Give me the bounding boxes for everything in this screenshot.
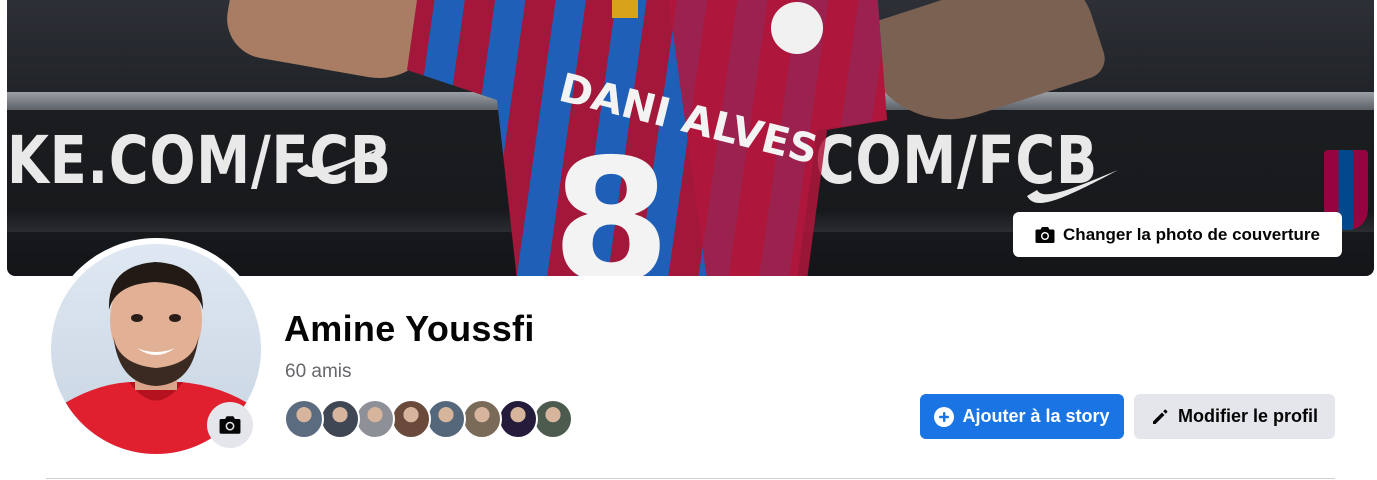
nike-swoosh-icon (297, 144, 388, 178)
friend-avatar[interactable] (284, 399, 324, 439)
add-story-label: Ajouter à la story (962, 406, 1110, 426)
profile-header-divider (46, 478, 1335, 479)
friends-count-link[interactable]: 60 amis (285, 361, 352, 383)
jersey-number: 8 (552, 123, 670, 276)
plus-circle-icon (934, 406, 955, 427)
player-jersey: DANI ALVES 8 (407, 0, 887, 276)
friend-avatar[interactable] (319, 399, 360, 439)
nike-swoosh-icon (1027, 170, 1118, 204)
friend-avatar[interactable] (497, 399, 538, 439)
edit-profile-label: Modifier le profil (1177, 406, 1318, 426)
add-story-button[interactable]: Ajouter à la story (920, 394, 1124, 439)
camera-icon (219, 416, 241, 434)
profile-name: Amine Youssfi (284, 308, 535, 349)
edit-profile-button[interactable]: Modifier le profil (1134, 394, 1335, 439)
friend-avatar[interactable] (462, 399, 502, 439)
change-cover-button[interactable]: Changer la photo de couverture (1013, 212, 1342, 257)
camera-icon (1035, 226, 1055, 243)
friend-avatar[interactable] (355, 399, 396, 439)
friend-avatar[interactable] (533, 399, 574, 439)
cover-photo[interactable]: KE.COM/FCB COM/FCB DANI ALVES 8 Changer … (7, 0, 1374, 276)
update-avatar-button[interactable] (207, 402, 253, 448)
change-cover-label: Changer la photo de couverture (1063, 224, 1320, 244)
pencil-icon (1152, 409, 1168, 424)
friend-avatar[interactable] (426, 399, 467, 439)
friend-avatar[interactable] (390, 399, 431, 439)
